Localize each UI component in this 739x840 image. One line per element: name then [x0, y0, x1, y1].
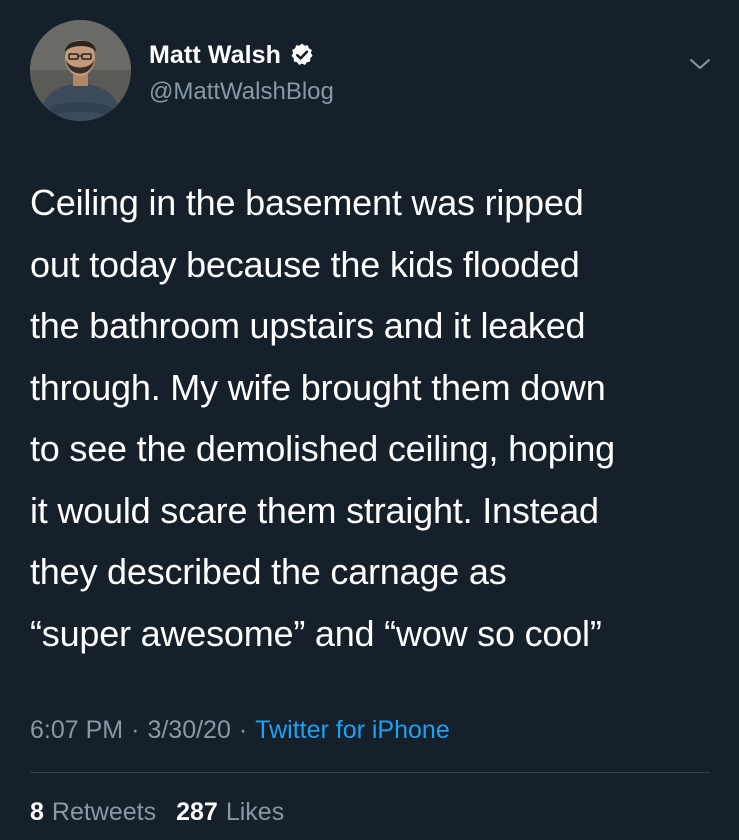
meta-separator: · — [131, 715, 140, 744]
avatar[interactable] — [30, 20, 131, 121]
meta-separator: · — [238, 715, 248, 744]
likes-count: 287 — [176, 797, 218, 826]
divider — [30, 772, 710, 773]
tweet-date[interactable]: 3/30/20 — [147, 716, 230, 745]
retweets-count: 8 — [30, 797, 44, 826]
tweet-stats: 8 Retweets 287 Likes — [30, 794, 284, 830]
tweet-source-link[interactable]: Twitter for iPhone — [255, 716, 450, 745]
likes-label: Likes — [225, 797, 285, 826]
chevron-down-icon[interactable] — [688, 52, 712, 76]
user-names: Matt Walsh @MattWalshBlog — [149, 38, 334, 106]
tweet-header: Matt Walsh @MattWalshBlog — [30, 20, 720, 130]
tweet-card: Matt Walsh @MattWalshBlog Ceiling in the… — [0, 0, 739, 840]
display-name-row: Matt Walsh — [149, 38, 334, 72]
likes-stat[interactable]: 287 Likes — [176, 798, 284, 827]
display-name[interactable]: Matt Walsh — [149, 41, 281, 70]
retweets-label: Retweets — [51, 797, 157, 826]
tweet-text: Ceiling in the basement was ripped out t… — [30, 182, 616, 654]
retweets-stat[interactable]: 8 Retweets — [30, 798, 156, 827]
user-handle[interactable]: @MattWalshBlog — [149, 78, 334, 106]
tweet-time[interactable]: 6:07 PM — [30, 716, 123, 745]
avatar-photo — [30, 20, 131, 121]
tweet-meta: 6:07 PM · 3/30/20 · Twitter for iPhone — [30, 712, 450, 748]
verified-badge-icon — [289, 42, 315, 68]
